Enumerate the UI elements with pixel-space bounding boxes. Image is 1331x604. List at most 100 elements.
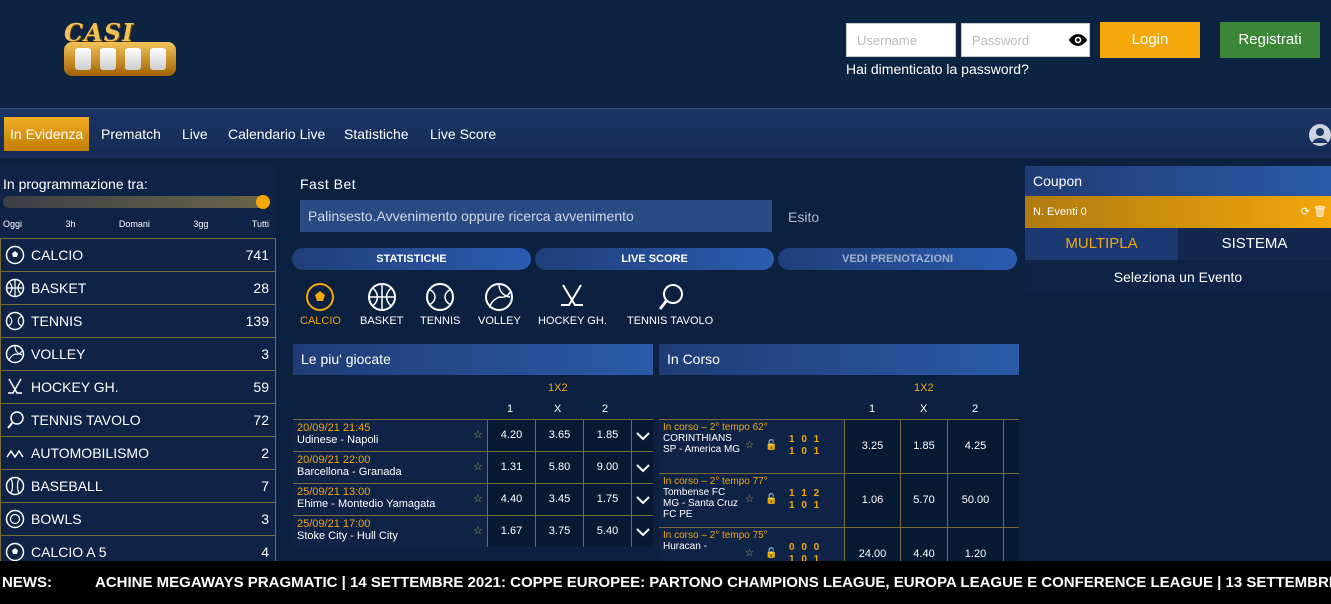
sport-filter-volley[interactable]: VOLLEY — [478, 282, 521, 327]
odd-1[interactable]: 4.20 — [487, 420, 535, 451]
odd-2[interactable]: 5.40 — [583, 516, 631, 547]
odd-1[interactable]: 1.67 — [487, 516, 535, 547]
odd-1[interactable]: 3.25 — [844, 420, 900, 473]
odd-2[interactable]: 50.00 — [947, 474, 1003, 527]
username-input[interactable]: Username — [846, 23, 956, 57]
schedule-slider[interactable] — [3, 195, 270, 209]
favorite-star-icon[interactable]: ☆ — [473, 428, 483, 441]
sport-item-baseball[interactable]: BASEBALL 7 — [0, 469, 276, 502]
sport-item-bowls[interactable]: BOWLS 3 — [0, 502, 276, 535]
sport-count: 2 — [261, 445, 269, 461]
event-search-input[interactable]: Palinsesto.Avvenimento oppure ricerca av… — [300, 200, 772, 232]
sport-item-automobilismo[interactable]: AUTOMOBILISMO 2 — [0, 436, 276, 469]
odd-1[interactable]: 4.40 — [487, 484, 535, 515]
live-status: In corso – 2° tempo 62° — [663, 422, 768, 433]
tick-3gg[interactable]: 3gg — [193, 219, 208, 229]
tab-multipla[interactable]: MULTIPLA — [1025, 228, 1178, 260]
live-title: In Corso — [659, 344, 1019, 375]
expand-chevron-icon[interactable] — [631, 516, 653, 547]
sport-item-tennis-tavolo[interactable]: TENNIS TAVOLO 72 — [0, 403, 276, 436]
sport-item-hockey[interactable]: HOCKEY GH. 59 — [0, 370, 276, 403]
sport-filter-tennis-tavolo[interactable]: TENNIS TAVOLO — [627, 282, 713, 327]
tab-vedi-prenotazioni[interactable]: VEDI PRENOTAZIONI — [778, 248, 1017, 270]
sport-item-tennis[interactable]: TENNIS 139 — [0, 304, 276, 337]
odd-1[interactable]: 1.31 — [487, 452, 535, 483]
sport-filter-calcio[interactable]: CALCIO — [300, 282, 341, 327]
favorite-star-icon[interactable]: ☆ — [473, 460, 483, 473]
coupon-tabs: MULTIPLA SISTEMA — [1025, 228, 1331, 260]
expand-chevron-icon[interactable] — [631, 420, 653, 451]
nav-statistiche[interactable]: Statistiche — [338, 117, 415, 151]
favorite-star-icon[interactable]: ☆ — [745, 440, 754, 451]
news-text[interactable]: ACHINE MEGAWAYS PRAGMATIC | 14 SETTEMBRE… — [95, 561, 1331, 604]
sport-item-volley[interactable]: VOLLEY 3 — [0, 337, 276, 370]
refresh-icon[interactable]: ⟳ 🗑 — [1301, 205, 1327, 218]
odd-x[interactable]: 5.80 — [535, 452, 583, 483]
forgot-password-link[interactable]: Hai dimenticato la password? — [846, 61, 1029, 77]
tick-domani[interactable]: Domani — [119, 219, 150, 229]
col-x: X — [554, 403, 562, 415]
sport-item-basket[interactable]: BASKET 28 — [0, 271, 276, 304]
event-cell[interactable]: In corso – 2° tempo 77° Tombense FC MG - … — [659, 474, 844, 527]
favorite-star-icon[interactable]: ☆ — [473, 524, 483, 537]
expand-chevron-icon[interactable] — [1003, 420, 1019, 473]
odd-x[interactable]: 3.65 — [535, 420, 583, 451]
odd-2[interactable]: 4.25 — [947, 420, 1003, 473]
unlock-icon: 🔓 — [765, 494, 778, 505]
nav-prematch[interactable]: Prematch — [95, 117, 167, 151]
site-logo[interactable]: CASI — [46, 18, 176, 80]
event-cell[interactable]: 20/09/21 21:45 Udinese - Napoli ☆ — [293, 420, 487, 451]
odd-2[interactable]: 1.75 — [583, 484, 631, 515]
favorite-star-icon[interactable]: ☆ — [745, 548, 754, 559]
event-cell[interactable]: 20/09/21 22:00 Barcellona - Granada ☆ — [293, 452, 487, 483]
live-score: 1 1 2 — [789, 488, 820, 499]
odd-x[interactable]: 3.75 — [535, 516, 583, 547]
event-cell[interactable]: 25/09/21 17:00 Stoke City - Hull City ☆ — [293, 516, 487, 547]
hockey-sticks-icon — [8, 378, 22, 394]
live-score: 0 0 0 — [789, 542, 820, 553]
tick-oggi[interactable]: Oggi — [3, 219, 22, 229]
expand-chevron-icon[interactable] — [631, 452, 653, 483]
sport-name: TENNIS TAVOLO — [31, 412, 141, 428]
ping-pong-icon — [658, 284, 684, 310]
event-cell[interactable]: 25/09/21 13:00 Ehime - Montedio Yamagata ☆ — [293, 484, 487, 515]
user-account-icon[interactable] — [1308, 123, 1331, 147]
favorite-star-icon[interactable]: ☆ — [745, 494, 754, 505]
odd-1[interactable]: 1.06 — [844, 474, 900, 527]
slider-knob[interactable] — [256, 195, 270, 209]
sport-filter-hockey[interactable]: HOCKEY GH. — [538, 282, 607, 327]
nav-live[interactable]: Live — [176, 117, 214, 151]
tab-live-score[interactable]: LIVE SCORE — [535, 248, 774, 270]
expand-chevron-icon[interactable] — [1003, 474, 1019, 527]
odd-2[interactable]: 1.85 — [583, 420, 631, 451]
sport-item-calcio[interactable]: CALCIO 741 — [0, 238, 276, 271]
event-cell[interactable]: In corso – 2° tempo 62° CORINTHIANS SP - … — [659, 420, 844, 473]
nav-live-score[interactable]: Live Score — [424, 117, 502, 151]
baseball-icon — [5, 476, 25, 496]
tab-sistema[interactable]: SISTEMA — [1178, 228, 1331, 260]
events-count: N. Eventi 0 — [1033, 206, 1087, 218]
odd-2[interactable]: 9.00 — [583, 452, 631, 483]
tab-statistiche[interactable]: STATISTICHE — [292, 248, 531, 270]
favorite-star-icon[interactable]: ☆ — [473, 492, 483, 505]
login-button[interactable]: Login — [1100, 22, 1200, 58]
odd-x[interactable]: 1.85 — [900, 420, 947, 473]
expand-chevron-icon[interactable] — [631, 484, 653, 515]
tick-3h[interactable]: 3h — [65, 219, 75, 229]
hockey-sticks-icon — [561, 284, 584, 306]
odd-x[interactable]: 3.45 — [535, 484, 583, 515]
tick-tutti[interactable]: Tutti — [252, 219, 269, 229]
event-name: Stoke City - Hull City — [297, 530, 398, 542]
tennis-ball-icon — [5, 311, 25, 331]
quick-tabs: STATISTICHE LIVE SCORE VEDI PRENOTAZIONI — [292, 248, 1017, 272]
sport-filter-tennis[interactable]: TENNIS — [420, 282, 460, 327]
nav-calendario-live[interactable]: Calendario Live — [222, 117, 331, 151]
register-button[interactable]: Registrati — [1220, 22, 1320, 58]
nav-in-evidenza[interactable]: In Evidenza — [4, 117, 90, 151]
table-row: 25/09/21 17:00 Stoke City - Hull City ☆ 1.6… — [293, 515, 653, 547]
sport-filter-basket[interactable]: BASKET — [360, 282, 403, 327]
odd-x[interactable]: 5.70 — [900, 474, 947, 527]
show-password-eye-icon[interactable] — [1068, 30, 1088, 50]
esito-input[interactable]: Esito — [788, 209, 819, 225]
live-score: 1 0 1 — [789, 434, 820, 445]
